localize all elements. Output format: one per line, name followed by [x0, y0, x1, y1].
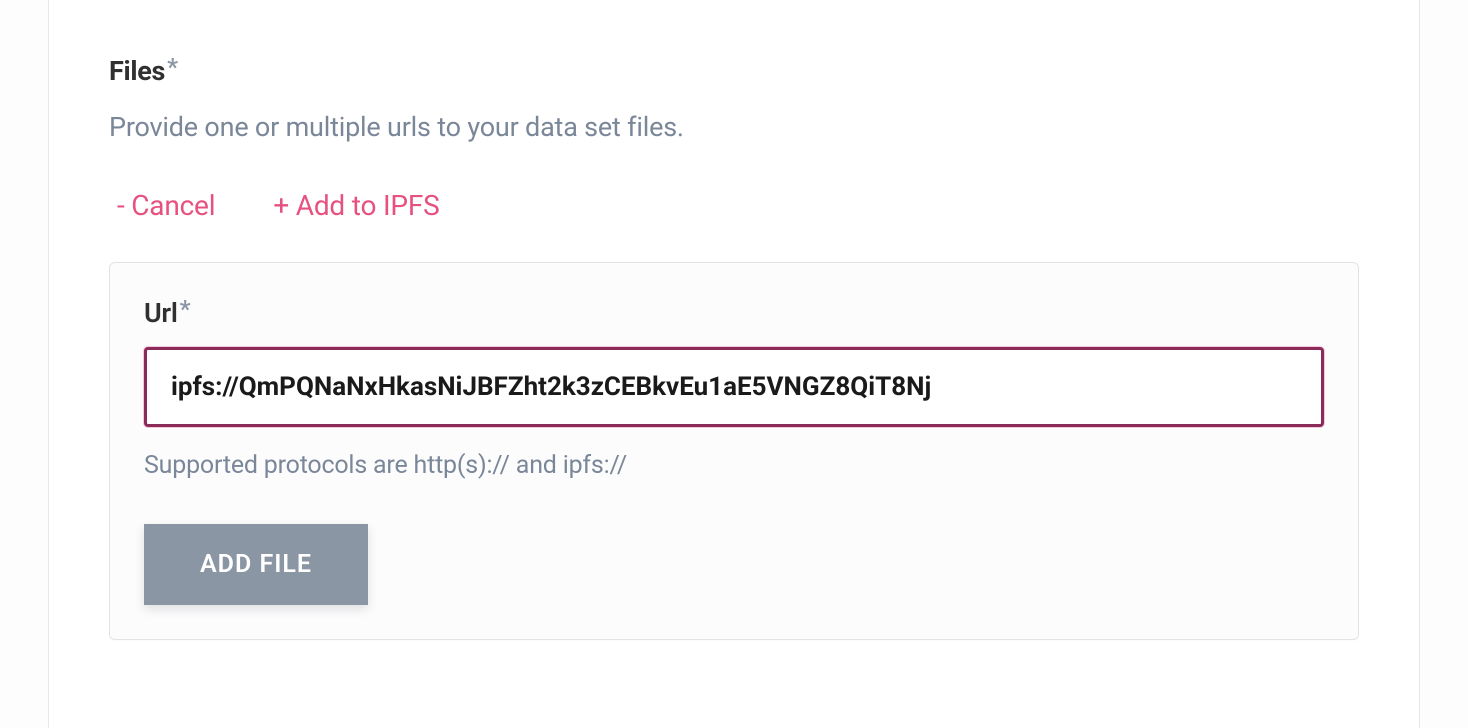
action-links-row: - Cancel + Add to IPFS — [117, 189, 1359, 222]
form-container: Files* Provide one or multiple urls to y… — [48, 0, 1420, 728]
required-asterisk: * — [180, 295, 191, 323]
files-label-text: Files — [109, 55, 165, 87]
add-file-button[interactable]: ADD FILE — [144, 524, 368, 605]
url-label-text: Url — [144, 297, 178, 329]
url-panel: Url* Supported protocols are http(s):// … — [109, 262, 1359, 640]
files-section-label: Files* — [109, 55, 1359, 87]
url-helper-text: Supported protocols are http(s):// and i… — [144, 451, 1324, 480]
url-input[interactable] — [144, 347, 1324, 427]
required-asterisk: * — [167, 53, 178, 81]
files-section-description: Provide one or multiple urls to your dat… — [109, 111, 1359, 143]
cancel-link[interactable]: - Cancel — [117, 189, 215, 222]
url-field-label: Url* — [144, 297, 1324, 329]
add-to-ipfs-link[interactable]: + Add to IPFS — [273, 189, 439, 222]
